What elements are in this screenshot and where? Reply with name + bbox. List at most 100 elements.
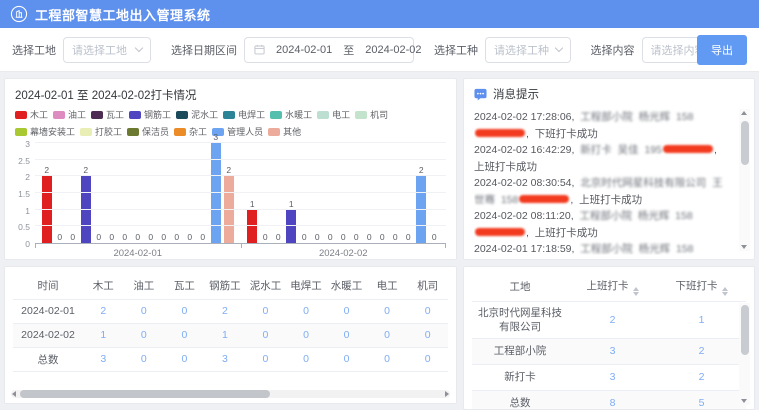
worker-column-header[interactable]: 木工 (83, 273, 124, 299)
table-cell[interactable]: 0 (407, 323, 448, 347)
site-select[interactable]: 请选择工地 (63, 37, 151, 63)
site-table-scrollbar-thumb[interactable] (741, 305, 749, 355)
worker-column-header[interactable]: 油工 (124, 273, 165, 299)
legend-item[interactable]: 油工 (53, 108, 86, 121)
message-name: 杨光辉 (638, 210, 670, 222)
table-cell[interactable]: 0 (326, 323, 367, 347)
worker-column-header[interactable]: 时间 (13, 273, 83, 299)
export-button[interactable]: 导出 (697, 35, 747, 65)
message-phone-prefix: 158 (675, 210, 693, 222)
date-end-value[interactable]: 2024-02-02 (365, 44, 421, 56)
table-cell[interactable]: 1 (657, 301, 746, 338)
legend-swatch-icon (127, 128, 139, 136)
table-cell[interactable]: 3 (568, 364, 657, 390)
table-cell[interactable]: 0 (286, 299, 327, 323)
table-cell[interactable]: 3 (568, 338, 657, 364)
table-cell[interactable]: 3 (83, 347, 124, 371)
table-cell[interactable]: 0 (124, 299, 165, 323)
date-range-picker[interactable]: 2024-02-01 至 2024-02-02 (244, 37, 414, 63)
table-cell[interactable]: 2 (657, 338, 746, 364)
table-cell[interactable]: 0 (164, 347, 205, 371)
site-table-header-row: 工地上班打卡下班打卡 (472, 273, 746, 301)
legend-item[interactable]: 杂工 (174, 125, 207, 138)
table-cell[interactable]: 0 (286, 347, 327, 371)
worker-stats-panel: 时间木工油工瓦工钢筋工泥水工电焊工水暖工电工机司 2024-02-0120020… (4, 266, 457, 404)
sort-icon[interactable] (722, 287, 728, 296)
site-column-header[interactable]: 上班打卡 (568, 273, 657, 301)
site-column-header[interactable]: 下班打卡 (657, 273, 746, 301)
table-cell[interactable]: 0 (367, 347, 408, 371)
chart-gridline (35, 192, 446, 193)
table-cell[interactable]: 0 (124, 323, 165, 347)
legend-item[interactable]: 钢筋工 (129, 108, 171, 121)
legend-item[interactable]: 其他 (268, 125, 301, 138)
worker-column-header[interactable]: 机司 (407, 273, 448, 299)
date-start-value[interactable]: 2024-02-01 (276, 44, 332, 56)
date-filter-label: 选择日期区间 (171, 42, 237, 58)
worker-column-header[interactable]: 电焊工 (286, 273, 327, 299)
scroll-left-arrow-icon[interactable] (12, 391, 16, 397)
table-cell[interactable]: 0 (407, 299, 448, 323)
table-cell[interactable]: 2 (568, 301, 657, 338)
table-cell[interactable]: 0 (367, 299, 408, 323)
scroll-right-arrow-icon[interactable] (445, 391, 449, 397)
legend-item[interactable]: 瓦工 (91, 108, 124, 121)
worker-column-header[interactable]: 泥水工 (245, 273, 286, 299)
worker-column-header[interactable]: 钢筋工 (205, 273, 246, 299)
bar-value-label: 0 (432, 233, 437, 242)
site-table-scrollbar[interactable] (739, 303, 750, 405)
legend-item[interactable]: 电工 (317, 108, 350, 121)
legend-label: 钢筋工 (144, 108, 171, 121)
table-cell[interactable]: 0 (326, 347, 367, 371)
legend-label: 瓦工 (106, 108, 124, 121)
table-cell[interactable]: 0 (124, 347, 165, 371)
table-cell[interactable]: 0 (164, 323, 205, 347)
worker-table-hscrollbar-thumb[interactable] (20, 390, 270, 398)
legend-item[interactable]: 电焊工 (223, 108, 265, 121)
table-cell[interactable]: 0 (245, 299, 286, 323)
table-cell[interactable]: 0 (367, 323, 408, 347)
legend-item[interactable]: 木工 (15, 108, 48, 121)
legend-item[interactable]: 机司 (355, 108, 388, 121)
table-cell[interactable]: 1 (205, 323, 246, 347)
table-cell[interactable]: 0 (326, 299, 367, 323)
bar-value-label: 0 (96, 233, 101, 242)
table-cell[interactable]: 2 (657, 364, 746, 390)
table-cell[interactable]: 1 (83, 323, 124, 347)
table-cell[interactable]: 3 (205, 347, 246, 371)
table-cell[interactable]: 0 (407, 347, 448, 371)
legend-item[interactable]: 保洁员 (127, 125, 169, 138)
bar-value-label: 0 (148, 233, 153, 242)
table-cell[interactable]: 0 (164, 299, 205, 323)
table-cell[interactable]: 0 (286, 323, 327, 347)
scroll-down-arrow-icon[interactable] (741, 245, 747, 249)
site-table-body: 北京时代网星科技有限公司21工程部小院32新打卡32总数85 (472, 301, 746, 410)
message-scrollbar-thumb[interactable] (741, 121, 749, 165)
table-cell[interactable]: 2 (83, 299, 124, 323)
legend-swatch-icon (270, 111, 282, 119)
scroll-down-arrow-icon[interactable] (741, 399, 747, 403)
legend-item[interactable]: 幕墙安装工 (15, 125, 75, 138)
worktype-select[interactable]: 请选择工种 (485, 37, 571, 63)
table-cell[interactable]: 2 (205, 299, 246, 323)
table-cell[interactable]: 8 (568, 390, 657, 410)
legend-item[interactable]: 水暖工 (270, 108, 312, 121)
table-cell[interactable]: 5 (657, 390, 746, 410)
bar[interactable] (42, 176, 52, 243)
message-scrollbar[interactable] (739, 109, 750, 251)
worker-column-header[interactable]: 电工 (367, 273, 408, 299)
sort-icon[interactable] (633, 287, 639, 296)
scroll-up-arrow-icon[interactable] (741, 111, 747, 115)
legend-item[interactable]: 打胶工 (80, 125, 122, 138)
worker-column-header[interactable]: 水暖工 (326, 273, 367, 299)
x-axis-label: 2024-02-01 (35, 244, 241, 259)
bar[interactable] (81, 176, 91, 243)
legend-label: 打胶工 (95, 125, 122, 138)
worker-column-header[interactable]: 瓦工 (164, 273, 205, 299)
worker-table-hscrollbar[interactable] (11, 390, 450, 398)
table-cell[interactable]: 0 (245, 347, 286, 371)
bar[interactable] (224, 176, 234, 243)
bar[interactable] (416, 176, 426, 243)
legend-item[interactable]: 泥水工 (176, 108, 218, 121)
table-cell[interactable]: 0 (245, 323, 286, 347)
